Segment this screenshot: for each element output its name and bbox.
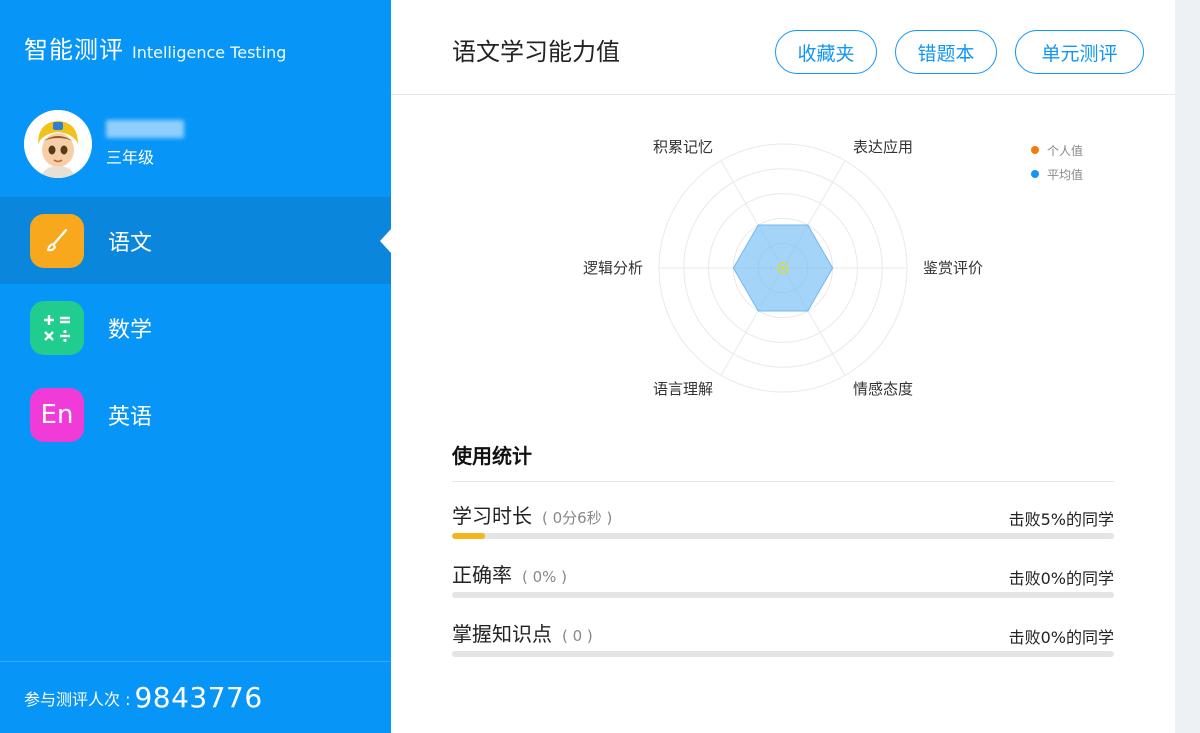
brush-icon (30, 213, 84, 268)
legend-dot-average (1031, 170, 1039, 178)
usage-value: ( 0分6秒 ) (542, 509, 613, 527)
user-profile[interactable]: 三年级 (24, 110, 184, 178)
brand: 智能测评 Intelligence Testing (24, 30, 286, 65)
usage-row-study-time: 学习时长 ( 0分6秒 ) 击败5%的同学 (452, 482, 1114, 541)
legend-label-personal: 个人值 (1047, 143, 1084, 158)
radar-axis-label: 鉴赏评价 (923, 259, 983, 277)
usage-row-knowledge-points: 掌握知识点 ( 0 ) 击败0%的同学 (452, 600, 1114, 659)
active-caret (380, 228, 391, 253)
usage-rank: 击败5%的同学 (1008, 510, 1114, 529)
header: 语文学习能力值 收藏夹 错题本 单元测评 (391, 0, 1175, 95)
nav-item-english[interactable]: En 英语 (0, 371, 391, 458)
sidebar: 智能测评 Intelligence Testing 三年级 语文 数学 En 英… (0, 0, 391, 733)
unit-test-button[interactable]: 单元测评 (1015, 30, 1144, 74)
favorites-button[interactable]: 收藏夹 (775, 30, 877, 74)
radar-chart: 表达应用鉴赏评价情感态度 语言理解 逻辑分析 积累记忆 个人值 平均值 (391, 96, 1175, 436)
calculator-icon (30, 300, 84, 355)
usage-row-accuracy: 正确率 ( 0% ) 击败0%的同学 (452, 541, 1114, 600)
brand-title: 智能测评 (24, 36, 124, 64)
avatar-image (24, 110, 92, 178)
usage-value: ( 0 ) (562, 627, 593, 645)
nav-label-math: 数学 (108, 317, 153, 343)
usage-title: 使用统计 (452, 440, 1114, 482)
page-background-strip (1175, 0, 1200, 733)
user-info: 三年级 (106, 120, 184, 168)
brand-subtitle: Intelligence Testing (132, 43, 287, 62)
legend-item-average: 平均值 (1031, 162, 1083, 186)
progress-fill (452, 533, 486, 539)
user-grade: 三年级 (106, 148, 155, 167)
usage-label: 正确率 (452, 563, 512, 587)
usage-rank: 击败0%的同学 (1008, 628, 1114, 647)
progress-bar (452, 592, 1114, 598)
page-title: 语文学习能力值 (452, 38, 620, 66)
avatar[interactable] (24, 110, 92, 178)
usage-value: ( 0% ) (522, 568, 568, 586)
usage-rank: 击败0%的同学 (1008, 569, 1114, 588)
radar-axis-label: 表达应用 (853, 138, 913, 156)
nav-item-chinese[interactable]: 语文 (0, 197, 391, 284)
radar-personal-center (781, 266, 785, 270)
nav-label-chinese: 语文 (108, 230, 153, 256)
progress-bar (452, 651, 1114, 657)
radar-axis-label: 积累记忆 (653, 138, 713, 156)
main-panel: 语文学习能力值 收藏夹 错题本 单元测评 表达应用鉴赏评价情感态度 语言理解 逻辑分… (391, 0, 1175, 733)
legend-label-average: 平均值 (1047, 167, 1084, 182)
radar-axis-label: 逻辑分析 (583, 259, 643, 277)
participation-stats: 参与测评人次 : 9843776 (0, 661, 391, 733)
nav-item-math[interactable]: 数学 (0, 284, 391, 371)
progress-bar (452, 533, 1114, 539)
radar-axis-label: 情感态度 (853, 380, 913, 398)
nav-label-english: 英语 (108, 404, 153, 430)
english-icon: En (30, 387, 84, 442)
mistakes-button[interactable]: 错题本 (895, 30, 997, 74)
legend-item-personal: 个人值 (1031, 138, 1083, 162)
participation-count: 9843776 (134, 681, 263, 714)
subject-nav: 语文 数学 En 英语 (0, 197, 391, 458)
participation-label: 参与测评人次 : (24, 689, 131, 709)
usage-label: 学习时长 (452, 504, 532, 528)
usage-stats: 使用统计 学习时长 ( 0分6秒 ) 击败5%的同学 正确率 ( 0% ) 击败0%… (452, 440, 1114, 659)
english-icon-glyph: En (40, 399, 74, 430)
usage-label: 掌握知识点 (452, 622, 552, 646)
legend: 个人值 平均值 (1031, 138, 1083, 186)
radar-axis-label: 语言理解 (653, 380, 713, 398)
user-name-blurred (106, 120, 184, 138)
legend-dot-personal (1031, 146, 1039, 154)
